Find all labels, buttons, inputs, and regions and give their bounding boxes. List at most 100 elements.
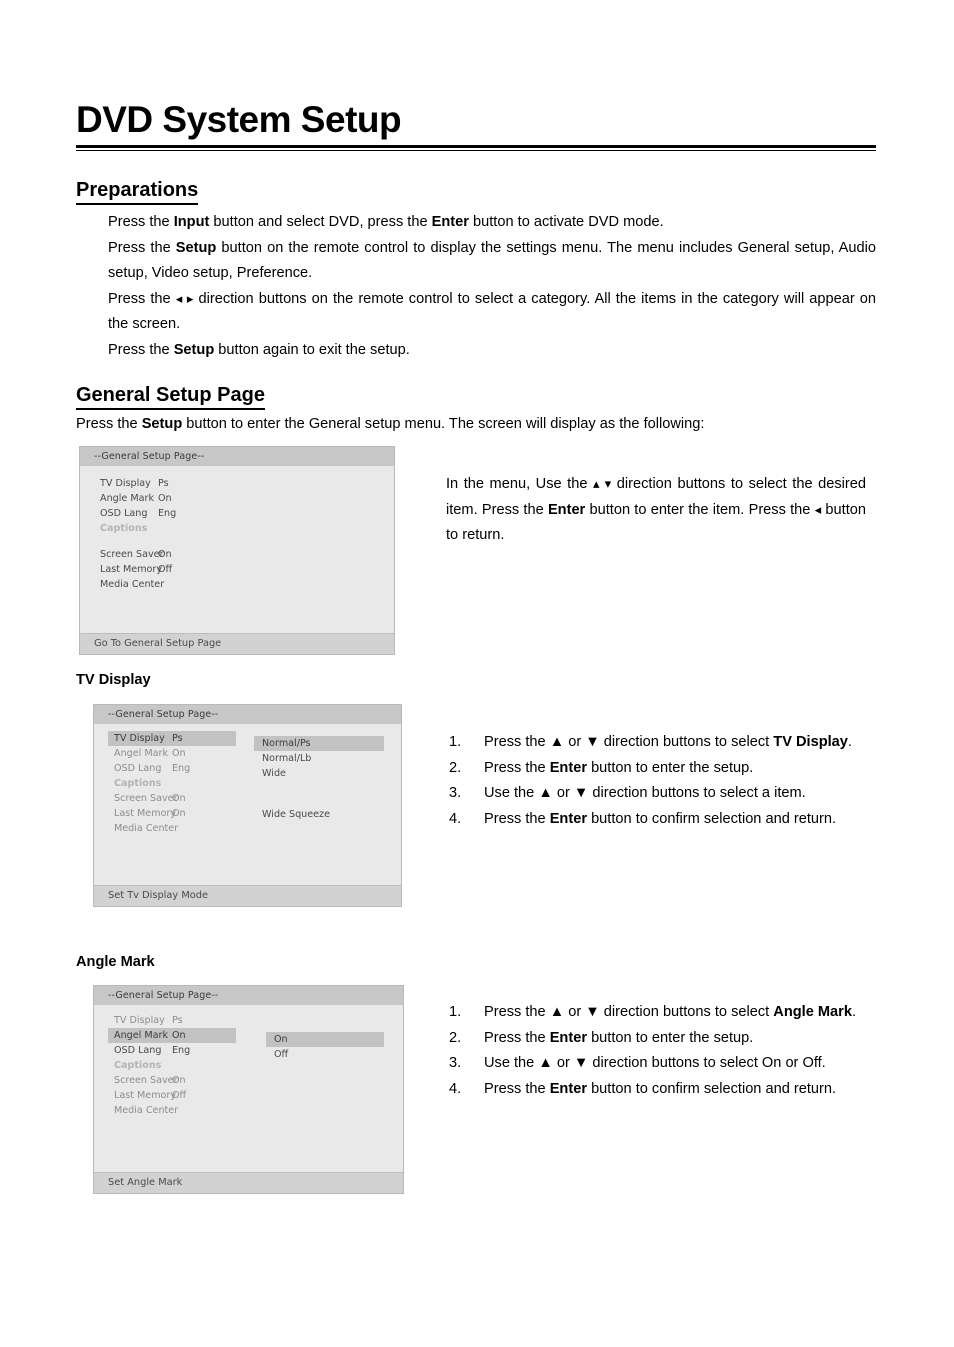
step-text-bold: Angle Mark	[773, 1004, 852, 1020]
step-text-prefix: Press the	[484, 1080, 550, 1097]
prep-l2-prefix: Press the	[108, 239, 176, 256]
osd-title-bar: --General Setup Page--	[94, 705, 401, 724]
osd-row: Media Center	[94, 821, 401, 836]
list-item: 4. Press the Enter button to confirm sele…	[446, 1077, 866, 1103]
document-page: DVD System Setup Preparations Press the …	[0, 0, 954, 1347]
list-item: 2. Press the Enter button to enter the se…	[446, 1026, 866, 1052]
step-number: 4.	[449, 1080, 462, 1097]
prep-l1-prefix: Press the	[108, 214, 174, 230]
osd-item-value: On	[172, 1075, 186, 1086]
osd-item-value: On	[158, 549, 172, 560]
prep-l2-suffix: button on the remote control to display …	[108, 239, 876, 282]
osd-title-bar: --General Setup Page--	[94, 986, 403, 1005]
step-number: 2.	[449, 759, 462, 776]
step-text-suffix: button to confirm selection and return.	[587, 1080, 837, 1097]
step-text-bold: Enter	[549, 1029, 588, 1046]
osd-item-value: Eng	[172, 1045, 191, 1056]
osd-item-value: Ps	[172, 733, 183, 744]
step-text-suffix: .	[851, 1004, 857, 1020]
osd-item-label: Screen Saver	[114, 793, 178, 804]
osd-item-value: Off	[172, 1090, 187, 1101]
step-text-bold: Enter	[549, 1080, 588, 1097]
osd-item-label: Captions	[114, 778, 162, 789]
osd-item-value: Eng	[158, 508, 177, 519]
osd-menu-body: TV Display Ps Angel Mark On OSD Lang Eng…	[94, 1005, 403, 1151]
preparations-line-2: Press the Setup button on the remote con…	[108, 236, 876, 287]
preparations-line-4: Press the Setup button again to exit the…	[108, 338, 876, 364]
list-item: 2. Press the Enter button to enter the se…	[446, 756, 866, 782]
preparations-body: Press the Input button and select DVD, p…	[108, 210, 876, 363]
step-text-prefix: Press the	[484, 1029, 550, 1046]
prep-l4-prefix: Press the	[108, 341, 174, 358]
side-note-part-3: button to enter the item. Press the	[585, 501, 815, 518]
osd-item-label: Last Memory	[114, 1090, 177, 1101]
section-heading-preparations: Preparations	[76, 178, 199, 205]
page-title-block: DVD System Setup	[76, 98, 876, 151]
gsp-intro-prefix: Press the	[76, 416, 142, 432]
prep-l1-suffix: button to activate DVD mode.	[468, 214, 664, 230]
osd-row: Last Memory Off	[94, 1088, 403, 1103]
step-text-prefix: Use the ▲ or ▼ direction buttons to sele…	[484, 785, 806, 801]
prep-l3-suffix: direction buttons on the remote control …	[108, 290, 877, 333]
osd-option-list: On Off	[266, 1032, 384, 1062]
osd-option: Wide	[262, 768, 286, 779]
osd-status-bar: Set Angle Mark	[94, 1172, 403, 1193]
list-item: 1. Press the ▲ or ▼ direction buttons to …	[446, 730, 866, 756]
step-text-prefix: Press the ▲ or ▼ direction buttons to se…	[484, 1004, 774, 1020]
osd-item-label: Angel Mark	[114, 748, 169, 759]
list-item: 3. Use the ▲ or ▼ direction buttons to se…	[446, 781, 866, 807]
osd-row-spacer	[80, 536, 394, 547]
step-text-suffix: button to enter the setup.	[587, 1029, 754, 1046]
title-divider	[76, 145, 876, 151]
prep-l4-bold-setup: Setup	[173, 341, 215, 358]
gsp-intro-bold-setup: Setup	[141, 416, 183, 432]
prep-l4-suffix: button again to exit the setup.	[214, 341, 410, 358]
side-note-part-1: In the menu, Use the	[446, 476, 594, 492]
tv-display-steps: 1. Press the ▲ or ▼ direction buttons to …	[446, 730, 866, 832]
osd-item-value: On	[172, 793, 186, 804]
page-title: DVD System Setup	[76, 99, 402, 140]
prep-l1-bold-enter: Enter	[431, 214, 469, 230]
osd-menu-body: TV Display Ps Angle Mark On OSD Lang Eng…	[80, 466, 394, 610]
step-text-prefix: Press the	[484, 759, 550, 776]
osd-item-label: OSD Lang	[100, 508, 148, 519]
step-text-suffix: button to enter the setup.	[587, 759, 754, 776]
osd-option-list: Normal/Ps Normal/Lb Wide Wide Squeeze	[254, 736, 384, 822]
osd-item-value: Ps	[158, 478, 169, 489]
osd-option-spacer	[254, 781, 384, 807]
osd-item-value: On	[172, 1030, 186, 1041]
osd-row-disabled: Captions	[80, 521, 394, 536]
osd-item-label: Captions	[100, 523, 148, 534]
prep-l1-bold-input: Input	[173, 214, 210, 230]
list-item: 1. Press the ▲ or ▼ direction buttons to …	[446, 1000, 866, 1026]
osd-row: TV Display Ps	[80, 476, 394, 491]
step-text-bold: Enter	[549, 759, 588, 776]
osd-item-value: On	[172, 748, 186, 759]
general-setup-intro: Press the Setup button to enter the Gene…	[76, 412, 876, 438]
osd-item-label: Captions	[114, 1060, 162, 1071]
step-text-bold: Enter	[549, 810, 588, 827]
osd-row: Media Center	[80, 577, 394, 592]
step-text-suffix: button to confirm selection and return.	[587, 810, 837, 827]
section-heading-general-setup-page: General Setup Page	[76, 383, 265, 410]
osd-item-label: TV Display	[114, 1015, 165, 1026]
osd-item-label: Screen Saver	[114, 1075, 178, 1086]
osd-screenshot-angle-mark: --General Setup Page-- TV Display Ps Ang…	[93, 985, 404, 1194]
preparations-line-1: Press the Input button and select DVD, p…	[108, 210, 876, 236]
up-down-arrow-icon: ▴ ▾	[593, 476, 612, 491]
prep-l3-prefix: Press the	[108, 290, 176, 307]
step-number: 2.	[449, 1029, 462, 1046]
subsection-heading-angle-mark: Angle Mark	[76, 954, 155, 970]
step-number: 1.	[449, 734, 462, 750]
osd-row: Last Memory Off	[80, 562, 394, 577]
osd-item-value: Eng	[172, 763, 191, 774]
step-text-prefix: Use the ▲ or ▼ direction buttons to sele…	[484, 1055, 826, 1071]
osd-item-label: TV Display	[100, 478, 151, 489]
osd-item-label: Last Memory	[100, 564, 163, 575]
gsp-intro-suffix: button to enter the General setup menu. …	[182, 416, 705, 432]
osd-item-label: Screen Saver	[100, 549, 164, 560]
osd-item-label: Media Center	[114, 823, 179, 834]
osd-item-label: Media Center	[100, 579, 165, 590]
osd-option: Off	[274, 1049, 289, 1060]
prep-l2-bold-setup: Setup	[175, 239, 217, 256]
